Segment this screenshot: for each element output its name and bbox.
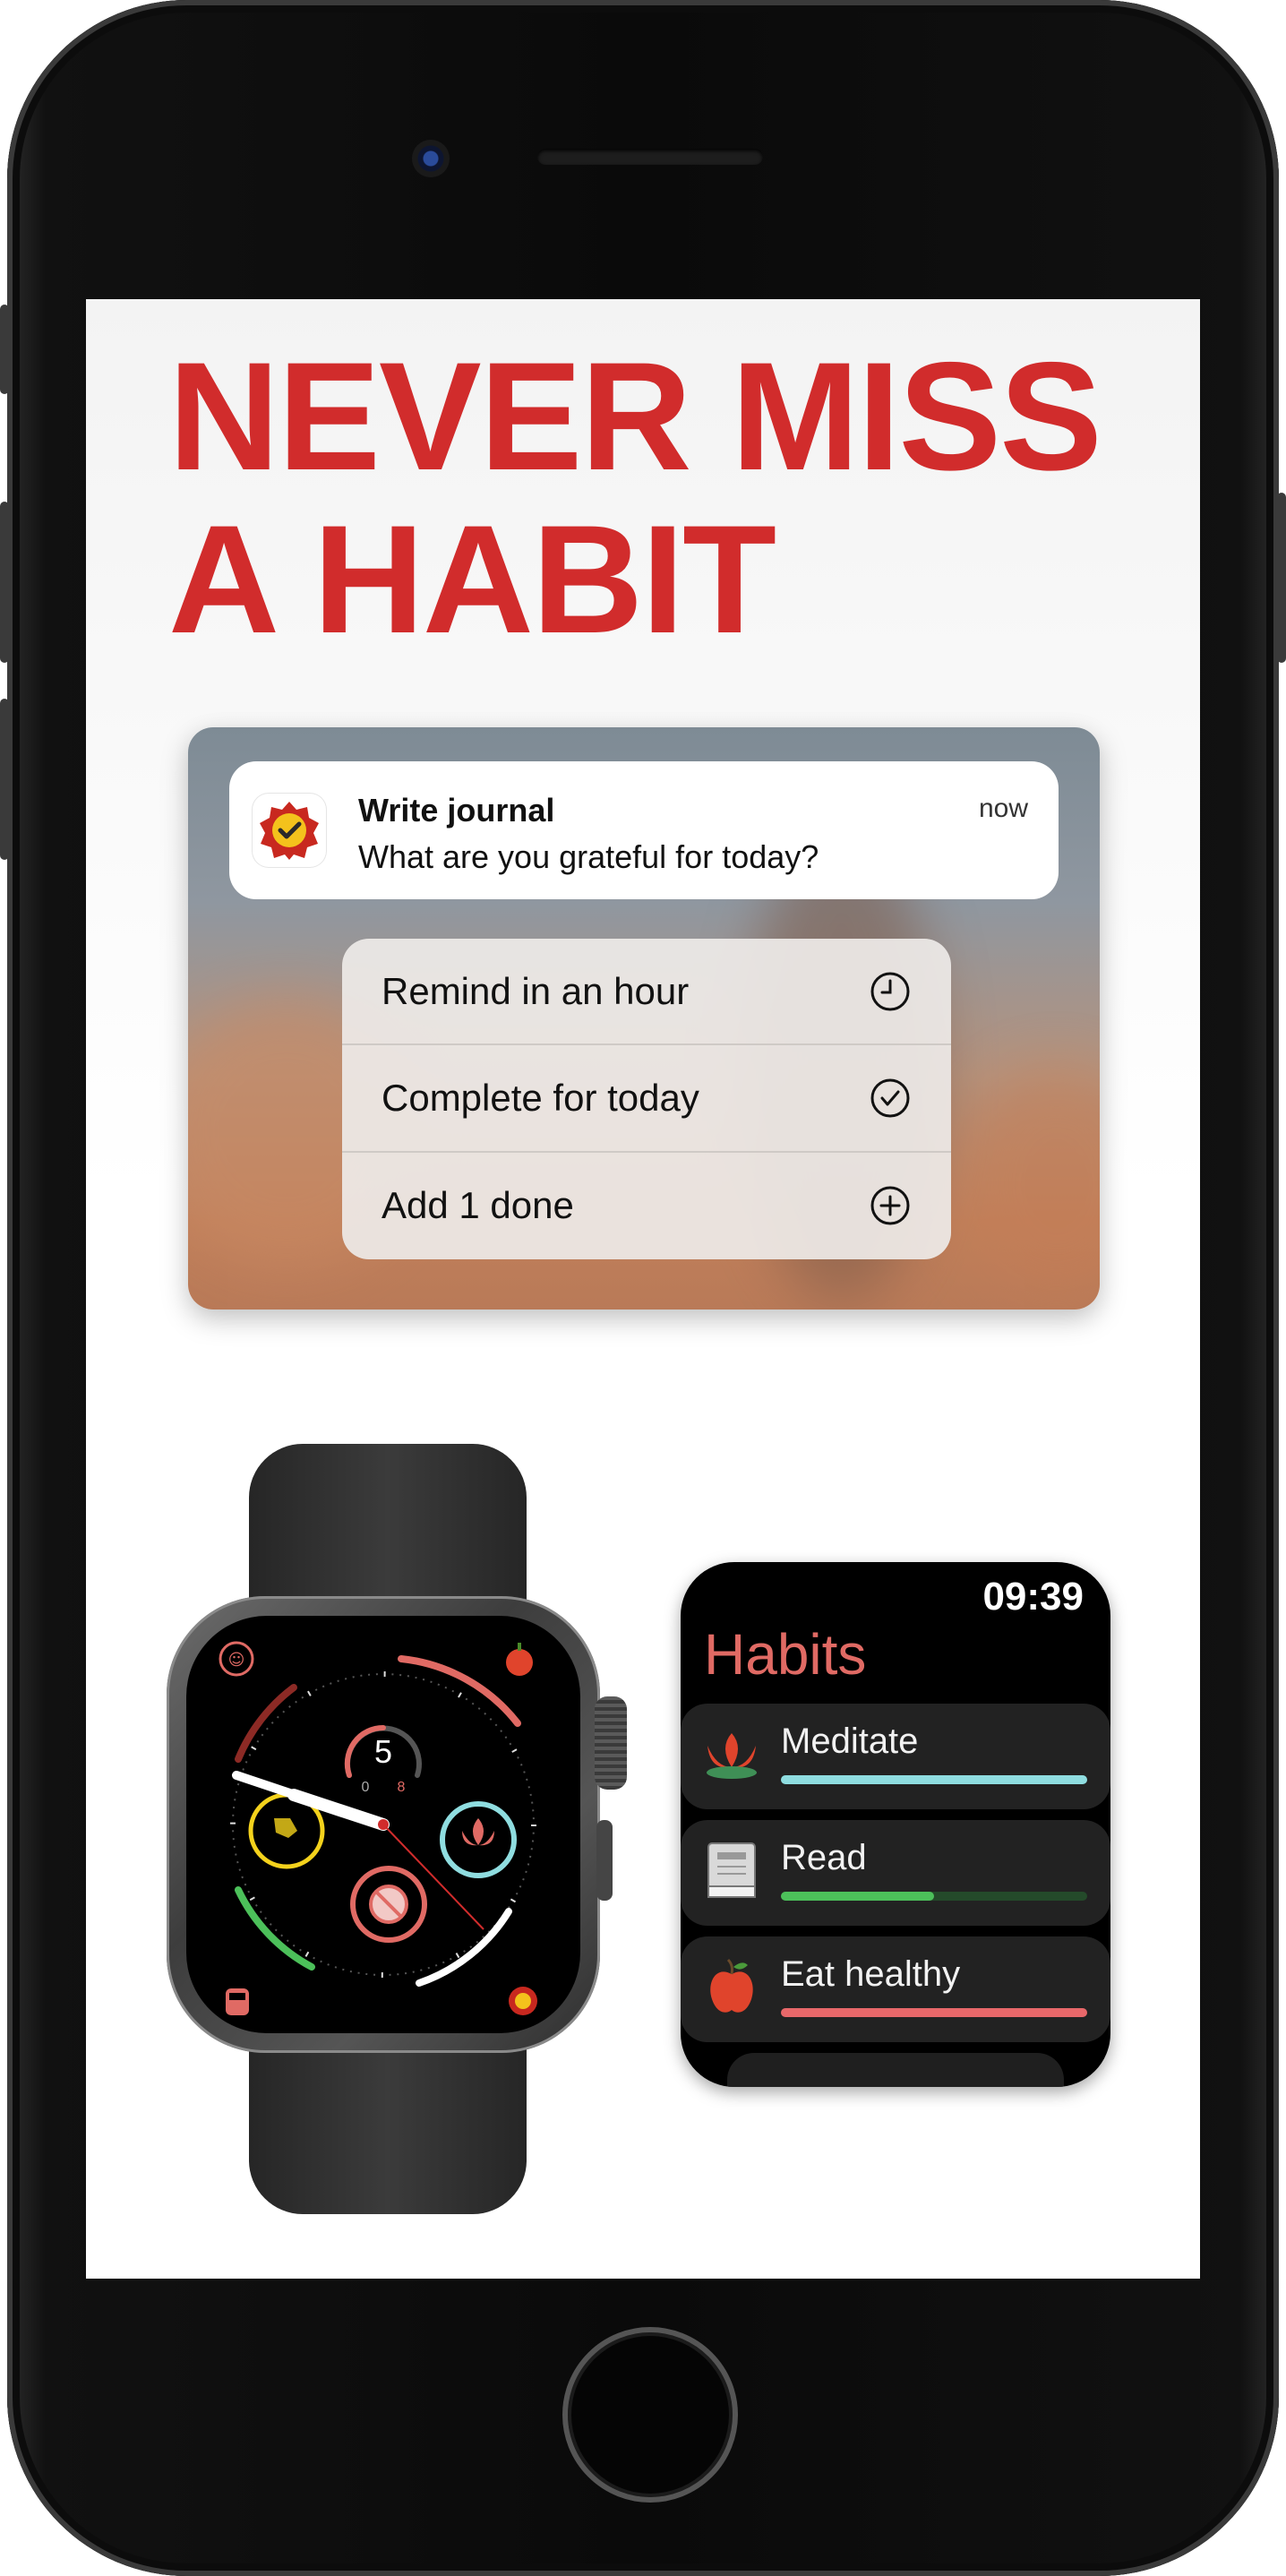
habit-row-partial[interactable] [727,2053,1064,2087]
apple-watch-device: ☺ 5 0 8 [167,1444,632,2214]
watch-app-title: Habits [704,1622,867,1687]
digital-crown [595,1696,627,1790]
earpiece-speaker [537,149,763,165]
gauge-min: 0 [362,1780,370,1795]
lotus-icon [440,1801,517,1878]
bus-icon [226,1988,249,2015]
lotus-icon [700,1723,763,1786]
notification-preview: Write journal What are you grateful for … [188,727,1100,1309]
habit-progress-track [781,2008,1087,2017]
habit-progress-fill [781,2008,1087,2017]
habit-progress-fill [781,1892,934,1901]
watch-face: ☺ 5 0 8 [186,1616,580,2033]
habit-row-meditate[interactable]: Meditate [681,1704,1110,1809]
headline: NEVER MISS A HABIT [168,335,1153,661]
action-label: Add 1 done [382,1184,574,1227]
habit-progress-track [781,1775,1087,1784]
notification-title: Write journal [358,792,555,829]
phone-screen: NEVER MISS A HABIT Write journal What ar… [86,299,1200,2279]
habit-row-eat-healthy[interactable]: Eat healthy [681,1936,1110,2042]
complete-for-today-action[interactable]: Complete for today [342,1045,951,1153]
action-label: Remind in an hour [382,969,690,1012]
volume-down-button [0,699,9,860]
front-camera [412,140,450,177]
stage: NEVER MISS A HABIT Write journal What ar… [0,0,1286,2576]
habit-progress-track [781,1892,1087,1901]
watch-time: 09:39 [982,1575,1084,1619]
add-one-done-action[interactable]: Add 1 done [342,1153,951,1259]
remind-in-an-hour-action[interactable]: Remind in an hour [342,939,951,1046]
habit-name: Read [781,1838,867,1877]
habit-row-read[interactable]: Read [681,1820,1110,1926]
action-label: Complete for today [382,1076,699,1119]
badge-check-icon [253,794,326,867]
watch-habits-app: 09:39 Habits Meditate Read Eat healthy [681,1562,1110,2087]
volume-up-button [0,502,9,663]
gauge-max: 8 [398,1780,406,1795]
headline-line-1: NEVER MISS [168,331,1102,502]
habit-name: Meditate [781,1722,919,1761]
home-button[interactable] [562,2327,738,2503]
headline-line-2: A HABIT [168,494,776,665]
habit-name: Eat healthy [781,1954,961,1994]
notification-banner[interactable]: Write journal What are you grateful for … [229,761,1059,899]
power-button [1277,493,1286,663]
badge-check-icon [509,1987,537,2015]
apple-icon [700,1956,763,2019]
gauge-value: 5 [374,1733,392,1770]
side-button [596,1820,613,1901]
svg-text:☺: ☺ [228,1651,245,1670]
notification-body: What are you grateful for today? [358,838,819,875]
clock-icon [870,972,910,1011]
habit-progress-fill [781,1775,1087,1784]
apple-icon [506,1643,533,1676]
no-smoking-icon [350,1866,427,1943]
notification-time: now [978,794,1028,823]
checkmark-circle-icon [870,1078,910,1118]
notification-actions-menu: Remind in an hour Complete for today Add… [342,939,951,1259]
book-icon [700,1840,763,1902]
corner-complication-top-left: ☺ [219,1641,254,1677]
mute-switch [0,305,9,394]
gauge-complication: 5 0 8 [344,1724,422,1795]
plus-circle-icon [870,1186,910,1225]
